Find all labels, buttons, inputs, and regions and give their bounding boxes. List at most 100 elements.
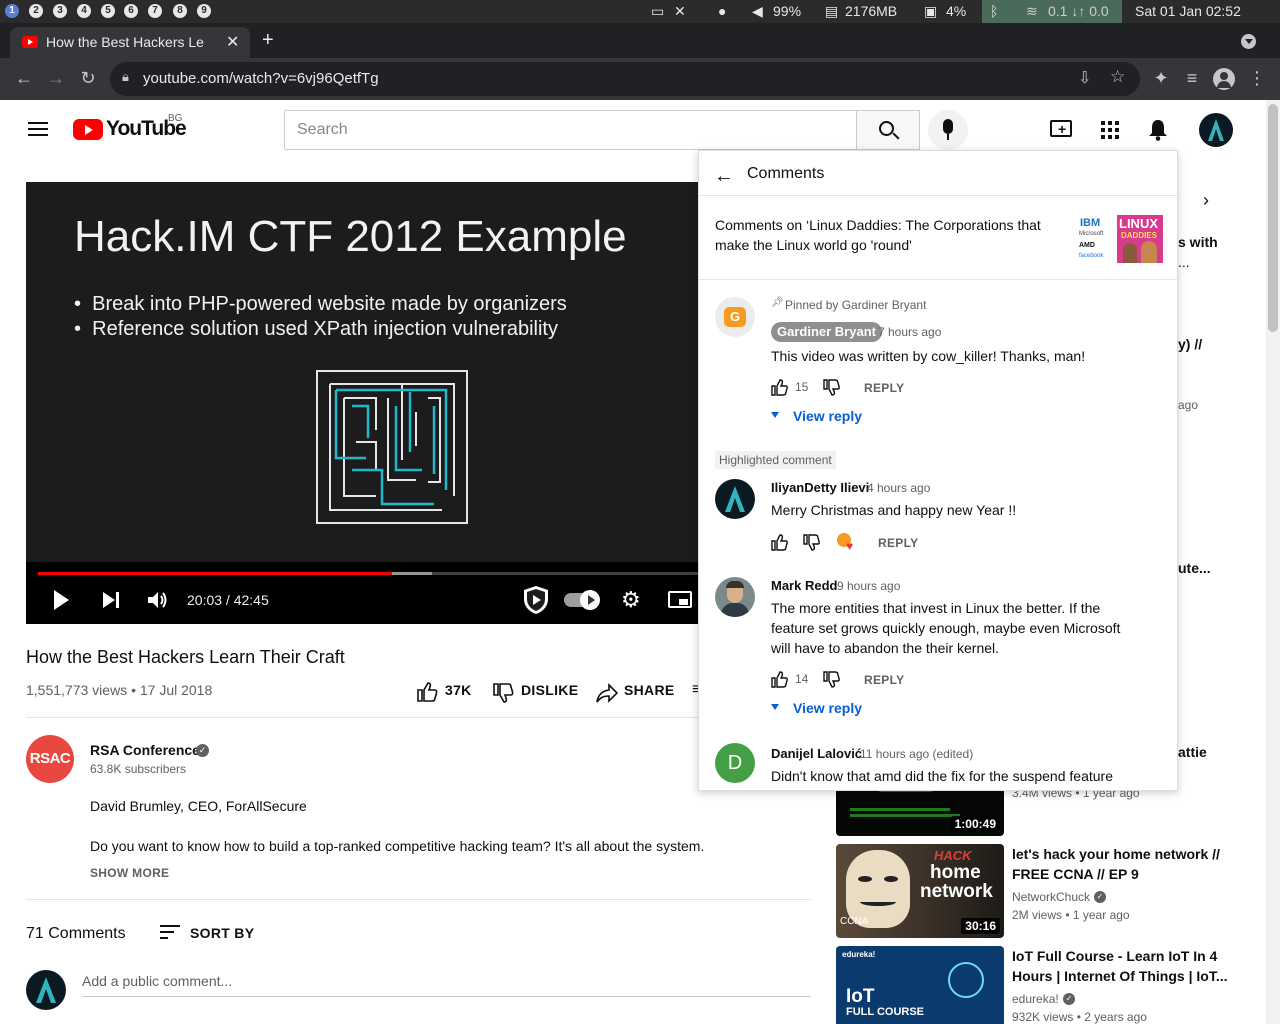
comment-like-button[interactable] [771, 671, 788, 688]
youtube-logo-icon[interactable] [73, 119, 103, 140]
create-video-icon[interactable]: + [1050, 120, 1072, 137]
comment-time[interactable]: 4 hours ago [867, 481, 930, 495]
dislike-button[interactable] [492, 682, 514, 704]
sidebar-video-title[interactable]: let's hack your home network // [1012, 844, 1220, 864]
sidebar-partial-title[interactable]: ... [1178, 252, 1190, 272]
miniplayer-icon[interactable] [668, 591, 692, 608]
comment-reply-button[interactable]: REPLY [864, 381, 904, 395]
workspace-7[interactable]: 7 [148, 4, 162, 18]
scrollbar-thumb[interactable] [1268, 104, 1278, 332]
browser-menu-icon[interactable]: ⋮ [1246, 68, 1268, 90]
tab-search-icon[interactable] [1241, 34, 1256, 49]
chevron-down-icon[interactable] [771, 412, 779, 418]
back-icon[interactable]: ← [13, 68, 35, 90]
progress-bar[interactable] [38, 572, 706, 575]
bluetooth-icon[interactable]: ᛒ [990, 3, 998, 19]
search-input[interactable]: Search [284, 110, 857, 150]
clock[interactable]: Sat 01 Jan 02:52 [1135, 3, 1241, 19]
comment-reply-button[interactable]: REPLY [878, 536, 918, 550]
channel-name[interactable]: RSA Conference [90, 742, 200, 758]
notifications-bell-icon[interactable] [1148, 119, 1168, 141]
hamburger-menu-icon[interactable] [28, 122, 48, 136]
steam-icon[interactable]: ● [718, 3, 726, 19]
sidebar-video-title[interactable]: Hours | Internet Of Things | IoT... [1012, 966, 1228, 986]
lock-icon[interactable]: 🔒︎ [122, 69, 129, 85]
screen-icon[interactable]: ▭ [651, 3, 664, 20]
extensions-icon[interactable]: ✦ [1150, 68, 1172, 90]
comment-time[interactable]: 7 hours ago [878, 325, 941, 339]
view-reply-button[interactable]: View reply [793, 700, 862, 716]
like-count[interactable]: 37K [445, 682, 472, 698]
workspace-3[interactable]: 3 [53, 4, 67, 18]
comment-reply-button[interactable]: REPLY [864, 673, 904, 687]
url-text[interactable]: youtube.com/watch?v=6vj96QetfTg [143, 70, 379, 87]
sidebar-video-title[interactable]: FREE CCNA // EP 9 [1012, 864, 1139, 884]
show-more-button[interactable]: SHOW MORE [90, 866, 169, 880]
workspace-6[interactable]: 6 [124, 4, 138, 18]
chevron-down-icon[interactable] [771, 704, 779, 710]
dislike-label[interactable]: DISLIKE [521, 682, 578, 698]
sidebar-video-title[interactable]: IoT Full Course - Learn IoT In 4 [1012, 946, 1217, 966]
comment-avatar[interactable]: D [715, 743, 755, 783]
add-comment-input[interactable]: Add a public comment... [82, 973, 232, 989]
original-video-thumbnail[interactable]: IBM Microsoft AMD facebook LINUX DADDIES [1077, 215, 1163, 263]
comment-dislike-button[interactable] [803, 534, 820, 551]
share-button[interactable] [596, 682, 618, 704]
sort-icon[interactable] [160, 924, 180, 940]
chips-next-icon[interactable]: › [1203, 190, 1209, 211]
back-arrow-icon[interactable]: ← [714, 165, 734, 188]
comment-like-button[interactable] [771, 534, 788, 551]
workspace-4[interactable]: 4 [77, 4, 91, 18]
like-button[interactable] [416, 681, 438, 703]
workspace-8[interactable]: 8 [173, 4, 187, 18]
mute-icon[interactable]: ✕ [674, 3, 686, 20]
workspace-2[interactable]: 2 [29, 4, 43, 18]
address-bar[interactable]: 🔒︎ youtube.com/watch?v=6vj96QetfTg ⇩ ☆ [110, 62, 1140, 96]
new-tab-icon[interactable]: + [262, 29, 274, 52]
settings-gear-icon[interactable]: ⚙ [621, 588, 641, 612]
wifi-icon[interactable]: ≋ [1026, 3, 1038, 20]
video-player[interactable]: Hack.IM CTF 2012 Example • Break into PH… [26, 182, 706, 624]
page-scrollbar[interactable] [1266, 100, 1280, 1024]
comment-avatar[interactable]: G [715, 297, 755, 337]
close-tab-icon[interactable]: ✕ [226, 32, 239, 52]
workspace-9[interactable]: 9 [197, 4, 211, 18]
channel-avatar[interactable]: RSAC [26, 735, 74, 783]
search-button[interactable] [856, 110, 920, 150]
creator-author-badge[interactable]: Gardiner Bryant [771, 322, 882, 342]
bookmark-star-icon[interactable]: ☆ [1110, 67, 1125, 87]
comment-dislike-button[interactable] [823, 671, 840, 688]
sidebar-thumbnail[interactable]: HACK home network CCNA 30:16 [836, 844, 1004, 938]
comment-author[interactable]: Danijel Lalović [771, 746, 862, 761]
comment-author[interactable]: Mark Redd [771, 578, 837, 593]
workspace-1[interactable]: 1 [5, 4, 19, 18]
sidebar-partial-title[interactable]: s with [1178, 232, 1218, 252]
sidebar-channel-name[interactable]: edureka! [1012, 992, 1059, 1006]
comment-avatar[interactable] [715, 479, 755, 519]
sidebar-partial-title[interactable]: attie [1178, 742, 1207, 762]
sidebar-channel-name[interactable]: NetworkChuck [1012, 890, 1090, 904]
comment-author[interactable]: IliyanDetty Ilievi [771, 480, 869, 495]
forward-icon[interactable]: → [45, 68, 67, 90]
volume-icon[interactable]: ◀ [752, 3, 763, 20]
media-queue-icon[interactable]: ≡ [1181, 68, 1203, 90]
next-video-icon[interactable] [102, 591, 120, 609]
apps-grid-icon[interactable] [1101, 121, 1119, 139]
comment-dislike-button[interactable] [823, 379, 840, 396]
workspace-5[interactable]: 5 [101, 4, 115, 18]
browser-tab[interactable]: How the Best Hackers Le ✕ [10, 27, 250, 58]
comment-time[interactable]: 11 hours ago (edited) [860, 747, 973, 761]
sidebar-partial-title[interactable]: ute... [1178, 558, 1211, 578]
share-label[interactable]: SHARE [624, 682, 675, 698]
reload-icon[interactable]: ↻ [77, 68, 99, 90]
shield-icon[interactable] [522, 585, 550, 615]
view-reply-button[interactable]: View reply [793, 408, 862, 424]
profile-icon[interactable] [1213, 68, 1235, 90]
voice-search-button[interactable] [928, 110, 968, 150]
install-icon[interactable]: ⇩ [1078, 68, 1091, 88]
play-icon[interactable] [54, 590, 69, 610]
comment-like-button[interactable] [771, 379, 788, 396]
comment-avatar[interactable] [715, 577, 755, 617]
sidebar-thumbnail[interactable]: edureka! IoT FULL COURSE [836, 946, 1004, 1024]
account-avatar[interactable] [1199, 113, 1233, 147]
